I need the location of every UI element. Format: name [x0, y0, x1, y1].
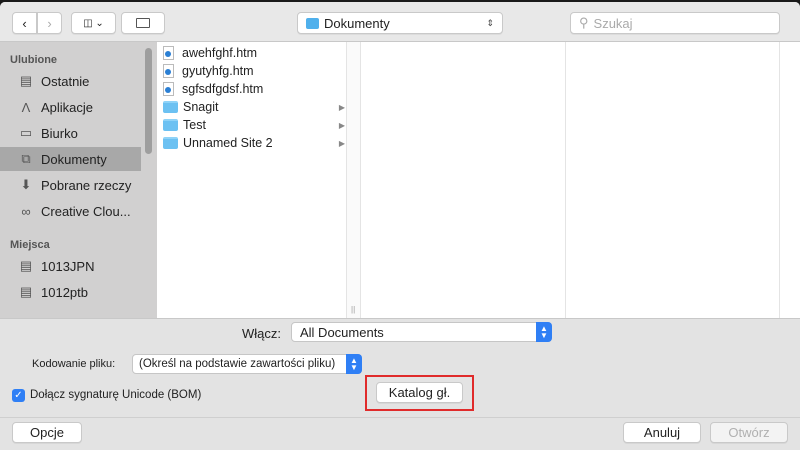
columns-view-icon: ◫ ⌄ [83, 17, 104, 29]
location-dropdown[interactable]: Dokumenty ⇕ [297, 12, 503, 34]
sidebar-item-label: Biurko [41, 125, 78, 141]
forward-button[interactable]: › [37, 12, 62, 34]
folder-icon [163, 101, 178, 113]
column-resize-handle[interactable]: || [347, 42, 361, 318]
documents-folder-icon [306, 17, 319, 29]
new-folder-button[interactable] [121, 12, 165, 34]
disclosure-arrow-icon: ▶ [338, 120, 345, 130]
file-name: gyutyhfg.htm [182, 64, 254, 78]
sidebar-item-label: Pobrane rzeczy [41, 177, 132, 193]
sidebar-item-label: 1013JPN [41, 258, 95, 274]
favorites-header: Ulubione [10, 54, 58, 66]
resize-grip-icon: || [351, 305, 356, 314]
bom-checkbox[interactable]: ✓ [12, 389, 25, 402]
options-panel: Włącz: All Documents ▲ ▼ Kodowanie pliku: … [0, 318, 800, 450]
file-browser: awehfghf.htm gyutyhfg.htm sgfsdfgdsf.htm… [157, 42, 800, 318]
sidebar-item-documents[interactable]: ⧉ Dokumenty [0, 147, 141, 171]
search-icon: ⚲ [579, 15, 589, 30]
sidebar-item-1012ptb[interactable]: ▤ 1012ptb [0, 280, 141, 304]
creative-cloud-icon: ∞ [21, 203, 31, 219]
file-name: awehfghf.htm [182, 46, 258, 60]
documents-icon: ⧉ [21, 151, 31, 166]
sidebar-scrollbar[interactable] [145, 48, 152, 154]
new-folder-icon [136, 18, 150, 28]
disk-icon: ▤ [19, 258, 33, 273]
toolbar: ‹ › ◫ ⌄ Dokumenty ⇕ ⚲ Szukaj [0, 2, 800, 42]
html-file-icon [163, 82, 174, 96]
file-item[interactable]: awehfghf.htm [163, 44, 347, 62]
html-file-icon [163, 64, 174, 78]
up-down-chevron-icon: ▲ ▼ [536, 322, 552, 342]
chevron-right-icon: › [47, 15, 52, 31]
recents-icon: ▤ [19, 73, 33, 88]
sidebar-item-downloads[interactable]: ⬇ Pobrane rzeczy [0, 173, 141, 197]
sidebar-item-applications[interactable]: Λ Aplikacje [0, 95, 141, 119]
file-item[interactable]: sgfsdfgdsf.htm [163, 80, 347, 98]
column-documents: awehfghf.htm gyutyhfg.htm sgfsdfgdsf.htm… [157, 42, 347, 318]
up-down-chevron-icon: ▲ ▼ [346, 354, 362, 374]
checkmark-icon: ✓ [14, 390, 23, 401]
sidebar-item-label: Aplikacje [41, 99, 94, 115]
sidebar: Ulubione ▤ Ostatnie Λ Aplikacje ▭ Biurko ⧉ D… [0, 42, 157, 318]
folder-item[interactable]: Test ▶ [163, 116, 347, 134]
folder-icon [163, 137, 178, 149]
column-empty [361, 42, 566, 318]
search-input[interactable]: ⚲ Szukaj [570, 12, 780, 34]
sidebar-item-recents[interactable]: ▤ Ostatnie [0, 69, 141, 93]
folder-name: Unnamed Site 2 [183, 136, 273, 150]
enable-select[interactable]: All Documents ▲ ▼ [291, 322, 552, 342]
encoding-value: (Określ na podstawie zawartości pliku) [139, 358, 336, 370]
sidebar-item-1013jpn[interactable]: ▤ 1013JPN [0, 254, 141, 278]
encoding-select[interactable]: (Określ na podstawie zawartości pliku) ▲ ▼ [132, 354, 362, 374]
applications-icon: Λ [21, 99, 31, 115]
location-label: Dokumenty [324, 15, 390, 31]
folder-name: Snagit [183, 100, 219, 114]
enable-label: Włącz: [242, 326, 281, 341]
bom-label: Dołącz sygnaturę Unicode (BOM) [30, 389, 202, 401]
sidebar-item-desktop[interactable]: ▭ Biurko [0, 121, 141, 145]
search-placeholder: Szukaj [593, 15, 633, 31]
open-button[interactable]: Otwórz [710, 422, 788, 443]
home-directory-button[interactable]: Katalog gł. [376, 382, 463, 403]
disclosure-arrow-icon: ▶ [338, 138, 345, 148]
sidebar-item-label: Ostatnie [41, 73, 90, 89]
desktop-icon: ▭ [19, 125, 33, 140]
back-button[interactable]: ‹ [12, 12, 37, 34]
button-label: Otwórz [728, 425, 770, 440]
button-label: Opcje [30, 425, 64, 440]
button-label: Katalog gł. [388, 385, 451, 400]
options-button[interactable]: Opcje [12, 422, 82, 443]
sidebar-item-creative-cloud[interactable]: ∞ Creative Clou... [0, 199, 141, 223]
encoding-label: Kodowanie pliku: [32, 358, 116, 370]
folder-name: Test [183, 118, 206, 132]
disk-icon: ▤ [19, 284, 33, 299]
view-mode-button[interactable]: ◫ ⌄ [71, 12, 116, 34]
divider [0, 417, 800, 418]
folder-item[interactable]: Snagit ▶ [163, 98, 347, 116]
html-file-icon [163, 46, 174, 60]
cancel-button[interactable]: Anuluj [623, 422, 701, 443]
downloads-icon: ⬇ [20, 177, 32, 192]
button-label: Anuluj [643, 425, 681, 440]
places-header: Miejsca [10, 239, 50, 251]
column-empty [566, 42, 780, 318]
sidebar-item-label: Creative Clou... [41, 203, 131, 219]
sidebar-item-label: 1012ptb [41, 284, 88, 300]
enable-value: All Documents [300, 324, 384, 340]
sidebar-item-label: Dokumenty [41, 151, 107, 167]
open-file-dialog: ‹ › ◫ ⌄ Dokumenty ⇕ ⚲ Szukaj Ulubione ▤ O… [0, 2, 800, 450]
up-down-chevron-icon: ⇕ [486, 17, 494, 28]
file-name: sgfsdfgdsf.htm [182, 82, 264, 96]
file-item[interactable]: gyutyhfg.htm [163, 62, 347, 80]
folder-item[interactable]: Unnamed Site 2 ▶ [163, 134, 347, 152]
chevron-left-icon: ‹ [22, 15, 27, 31]
folder-icon [163, 119, 178, 131]
disclosure-arrow-icon: ▶ [338, 102, 345, 112]
